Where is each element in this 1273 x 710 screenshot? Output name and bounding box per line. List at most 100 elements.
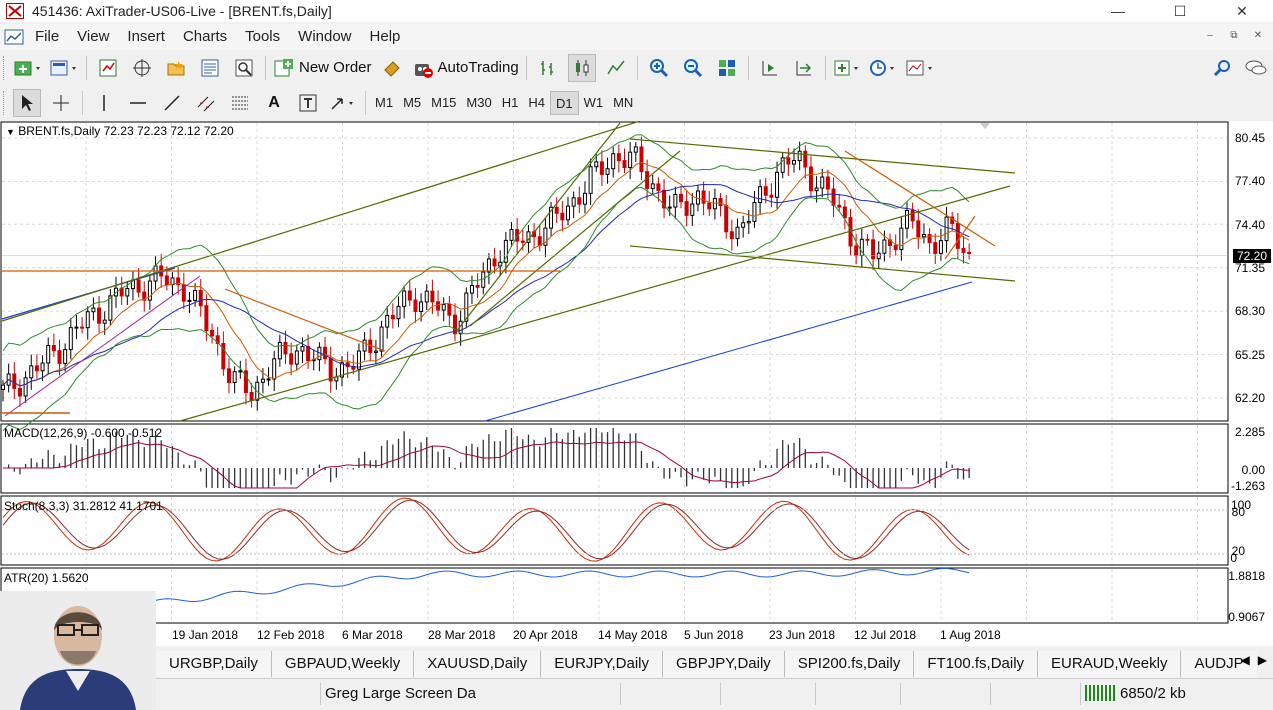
minimize-button[interactable]: —: [1087, 0, 1149, 22]
search-icon[interactable]: [1208, 54, 1236, 82]
candle-body: [362, 339, 367, 352]
webcam-overlay: [0, 591, 156, 710]
macd-tick: -1.263: [1230, 479, 1265, 493]
terminal-button[interactable]: [196, 54, 224, 82]
tab-xauusd[interactable]: XAUUSD,Daily: [414, 651, 542, 677]
vertical-line-icon[interactable]: [90, 89, 118, 117]
status-profile: Greg Large Screen Da: [325, 685, 476, 702]
menu-tools[interactable]: Tools: [236, 24, 289, 50]
candle-body: [125, 288, 130, 297]
line-chart-button[interactable]: [602, 54, 630, 82]
new-chart-button[interactable]: [13, 54, 43, 82]
metaeditor-button[interactable]: [378, 54, 406, 82]
candle-body: [385, 314, 390, 328]
equidistant-channel-icon[interactable]: [192, 89, 220, 117]
tab-gbpjpy[interactable]: GBPJPY,Daily: [663, 651, 785, 677]
new-order-button[interactable]: New Order: [273, 54, 372, 82]
templates-button[interactable]: [905, 54, 935, 82]
cursor-icon[interactable]: [13, 88, 41, 117]
tf-mn[interactable]: MN: [608, 91, 638, 115]
app-logo-icon: [4, 2, 26, 20]
trendline-icon[interactable]: [158, 89, 186, 117]
tf-w1[interactable]: W1: [579, 91, 609, 115]
date-tick: 12 Jul 2018: [854, 628, 917, 642]
chart-area[interactable]: ▼ BRENT.fs,Daily 72.23 72.23 72.12 72.20…: [0, 121, 1273, 646]
tab-scroll-right-icon[interactable]: ▶: [1258, 653, 1267, 667]
mdi-close-button[interactable]: ✕: [1247, 28, 1269, 44]
candle-body: [786, 157, 791, 165]
candle-body: [707, 202, 712, 210]
menu-help[interactable]: Help: [361, 24, 410, 50]
candlestick-button[interactable]: [567, 53, 596, 82]
candle-body: [492, 258, 497, 267]
candle-body: [46, 345, 51, 364]
document-icon[interactable]: [2, 26, 26, 48]
chart-shift-button[interactable]: [756, 54, 784, 82]
tf-m1[interactable]: M1: [370, 91, 398, 115]
zoom-out-button[interactable]: [679, 54, 707, 82]
new-order-icon: [274, 58, 293, 76]
menu-charts[interactable]: Charts: [174, 24, 236, 50]
candle-body: [266, 378, 271, 381]
candle-body: [735, 226, 740, 240]
menu-insert[interactable]: Insert: [118, 24, 174, 50]
market-watch-button[interactable]: [94, 54, 122, 82]
arrows-icon[interactable]: [328, 89, 358, 117]
text-icon[interactable]: A: [260, 89, 288, 117]
tab-euraud[interactable]: EURAUD,Weekly: [1038, 651, 1182, 677]
tab-spi200[interactable]: SPI200.fs,Daily: [784, 651, 915, 677]
mdi-minimize-button[interactable]: ‒: [1199, 28, 1221, 44]
auto-scroll-button[interactable]: [790, 54, 818, 82]
chart-canvas[interactable]: [0, 121, 1273, 646]
profiles-button[interactable]: [49, 54, 79, 82]
chat-icon[interactable]: [1242, 54, 1270, 82]
tf-m15[interactable]: M15: [426, 91, 461, 115]
periods-button[interactable]: [869, 54, 899, 82]
menu-view[interactable]: View: [68, 24, 118, 50]
fibonacci-icon[interactable]: [226, 89, 254, 117]
tile-windows-button[interactable]: [713, 54, 741, 82]
candle-body: [560, 212, 565, 221]
tab-scroll-left-icon[interactable]: ◀: [1241, 653, 1250, 667]
horizontal-line-icon[interactable]: [124, 89, 152, 117]
main-pane-label: ▼ BRENT.fs,Daily 72.23 72.23 72.12 72.20: [6, 124, 234, 138]
candle-body: [486, 258, 491, 273]
data-window-button[interactable]: [128, 54, 156, 82]
menu-window[interactable]: Window: [289, 24, 360, 50]
navigator-button[interactable]: [162, 54, 190, 82]
tab-ft100[interactable]: FT100.fs,Daily: [914, 651, 1039, 677]
tab-gbpaud[interactable]: GBPAUD,Weekly: [271, 651, 415, 677]
candle-body: [718, 197, 723, 207]
maximize-button[interactable]: ☐: [1149, 0, 1211, 22]
status-traffic: 6850/2 kb: [1120, 685, 1186, 702]
tf-d1[interactable]: D1: [549, 90, 579, 115]
menu-file[interactable]: File: [26, 24, 68, 50]
stoch-tick: 0: [1230, 551, 1237, 565]
bar-chart-button[interactable]: [534, 54, 562, 82]
strategy-tester-button[interactable]: [230, 54, 258, 82]
tf-h4[interactable]: H4: [523, 91, 550, 115]
zoom-in-button[interactable]: [645, 54, 673, 82]
date-tick: 19 Jan 2018: [172, 628, 239, 642]
macd-tick: 2.285: [1234, 425, 1265, 439]
auto-trading-button[interactable]: AutoTrading: [412, 54, 519, 82]
mdi-restore-button[interactable]: ⧉: [1223, 28, 1245, 44]
candle-body: [893, 244, 898, 251]
candle-body: [775, 171, 780, 198]
crosshair-icon[interactable]: [47, 89, 75, 117]
tab-eurjpy[interactable]: EURJPY,Daily: [541, 651, 664, 677]
candle-body: [238, 370, 243, 373]
candle-body: [797, 150, 802, 162]
tab-urgbp[interactable]: URGBP,Daily: [156, 651, 272, 677]
close-button[interactable]: ✕: [1211, 0, 1273, 22]
candle-body: [803, 150, 808, 168]
candle-body: [102, 319, 107, 324]
candle-body: [684, 201, 689, 216]
tf-m5[interactable]: M5: [398, 91, 426, 115]
text-label-icon[interactable]: [294, 89, 322, 117]
candle-body: [379, 326, 384, 352]
tf-m30[interactable]: M30: [461, 91, 496, 115]
tf-h1[interactable]: H1: [497, 91, 524, 115]
indicators-button[interactable]: [833, 54, 863, 82]
candle-body: [582, 192, 587, 205]
